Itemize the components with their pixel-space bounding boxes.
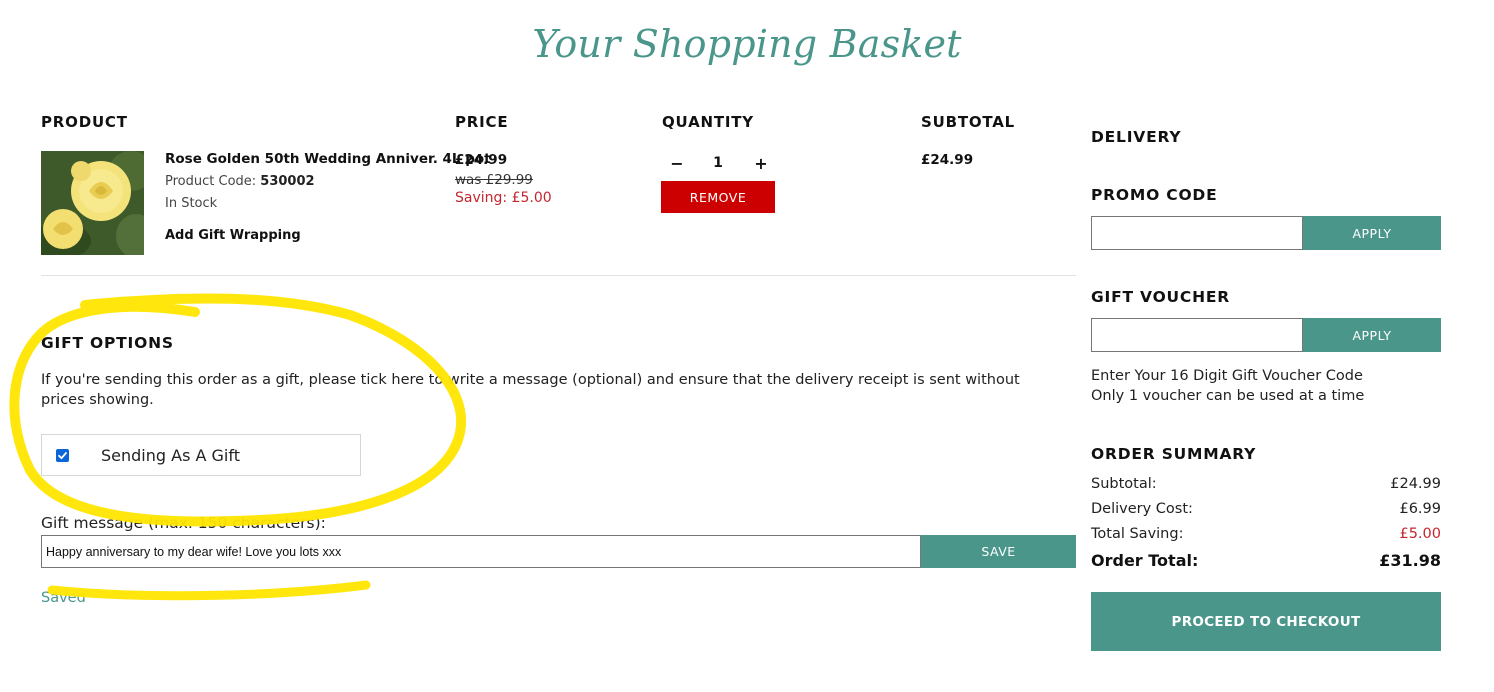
stock-status: In Stock: [165, 196, 218, 211]
remove-button[interactable]: REMOVE: [661, 181, 775, 213]
product-code-value: 530002: [260, 174, 315, 189]
summary-saving-label: Total Saving:: [1091, 526, 1184, 542]
summary-row-subtotal: Subtotal: £24.99: [1091, 476, 1441, 492]
divider: [41, 275, 1076, 276]
quantity-decrease-button[interactable]: −: [668, 154, 686, 173]
item-subtotal: £24.99: [921, 152, 974, 168]
add-gift-wrapping-link[interactable]: Add Gift Wrapping: [165, 228, 301, 243]
promo-code-heading: PROMO CODE: [1091, 186, 1218, 204]
product-code-label: Product Code:: [165, 174, 261, 189]
item-saving: Saving: £5.00: [455, 190, 552, 206]
gift-options-description: If you're sending this order as a gift, …: [41, 372, 1020, 408]
summary-subtotal-value: £24.99: [1390, 476, 1441, 492]
gift-options-heading: GIFT OPTIONS: [41, 334, 174, 352]
page-title: Your Shopping Basket: [532, 22, 962, 66]
gift-voucher-heading: GIFT VOUCHER: [1091, 288, 1231, 306]
summary-subtotal-label: Subtotal:: [1091, 476, 1157, 492]
header-quantity: QUANTITY: [662, 113, 754, 131]
summary-total-value: £31.98: [1379, 551, 1441, 570]
summary-total-label: Order Total:: [1091, 551, 1199, 570]
delivery-heading: DELIVERY: [1091, 128, 1182, 146]
summary-delivery-label: Delivery Cost:: [1091, 501, 1193, 517]
voucher-note-1: Enter Your 16 Digit Gift Voucher Code: [1091, 368, 1363, 384]
gift-voucher-input[interactable]: [1091, 318, 1303, 352]
product-name[interactable]: Rose Golden 50th Wedding Anniver. 4L pot: [165, 151, 491, 167]
item-was-price: was £29.99: [455, 172, 533, 188]
header-price: PRICE: [455, 113, 509, 131]
summary-row-saving: Total Saving: £5.00: [1091, 526, 1441, 542]
sending-as-gift-label[interactable]: Sending As A Gift: [101, 446, 240, 465]
summary-row-delivery: Delivery Cost: £6.99: [1091, 501, 1441, 517]
header-product: PRODUCT: [41, 113, 128, 131]
promo-code-input[interactable]: [1091, 216, 1303, 250]
quantity-value[interactable]: 1: [704, 155, 732, 171]
product-code: Product Code: 530002: [165, 174, 315, 189]
header-subtotal: SUBTOTAL: [921, 113, 1016, 131]
voucher-note-2: Only 1 voucher can be used at a time: [1091, 388, 1365, 404]
gift-message-input[interactable]: Happy anniversary to my dear wife! Love …: [41, 535, 921, 568]
save-message-button[interactable]: SAVE: [921, 535, 1076, 568]
gift-message-label: Gift message (max. 150 characters):: [41, 514, 326, 532]
rose-flower-image: [41, 151, 144, 255]
order-summary-heading: ORDER SUMMARY: [1091, 445, 1257, 463]
quantity-increase-button[interactable]: +: [752, 154, 770, 173]
item-price: £24.99: [455, 152, 508, 168]
product-image[interactable]: [41, 151, 144, 255]
voucher-apply-button[interactable]: APPLY: [1303, 318, 1441, 352]
summary-delivery-value: £6.99: [1399, 501, 1441, 517]
summary-row-total: Order Total: £31.98: [1091, 551, 1441, 570]
checkmark-icon: [58, 452, 67, 460]
proceed-to-checkout-button[interactable]: PROCEED TO CHECKOUT: [1091, 592, 1441, 651]
sending-as-gift-checkbox[interactable]: [56, 449, 69, 462]
saved-status: Saved: [41, 590, 86, 606]
summary-saving-value: £5.00: [1399, 526, 1441, 542]
promo-apply-button[interactable]: APPLY: [1303, 216, 1441, 250]
